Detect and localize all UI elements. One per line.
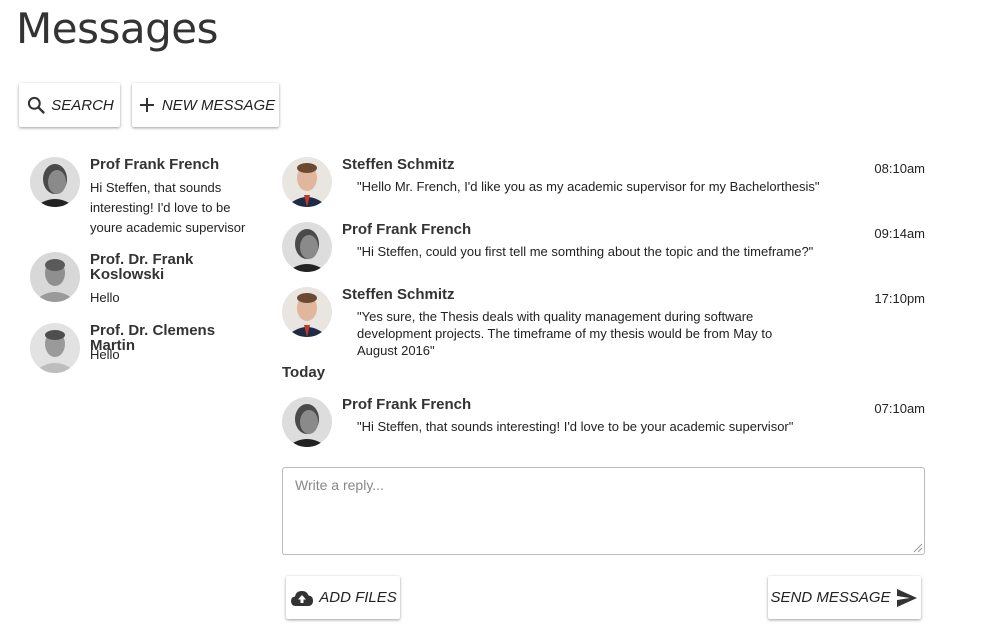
new-message-button[interactable]: NEW MESSAGE — [132, 83, 279, 127]
message-time: 17:10pm — [874, 291, 925, 306]
avatar — [282, 157, 332, 207]
conversation-snippet: Hello — [90, 347, 120, 362]
message-text: "Yes sure, the Thesis deals with quality… — [357, 309, 773, 358]
message-sender: Prof Frank French — [342, 221, 472, 238]
today-divider: Today — [282, 364, 326, 381]
message-text: "Hi Steffen, that sounds interesting! I'… — [357, 419, 794, 434]
reply-input[interactable] — [282, 467, 925, 555]
search-button[interactable]: SEARCH — [19, 83, 120, 127]
avatar — [282, 397, 332, 447]
add-files-button[interactable]: ADD FILES — [286, 576, 400, 619]
new-message-button-label: NEW MESSAGE — [161, 96, 276, 114]
search-button-label: SEARCH — [51, 96, 114, 114]
conversation-item[interactable]: Prof. Dr. Clemens Martin Hello — [30, 323, 260, 373]
message-time: 07:10am — [874, 401, 925, 416]
message-item: Prof Frank French 09:14am "Hi Steffen, c… — [282, 222, 927, 274]
add-files-button-label: ADD FILES — [319, 589, 397, 606]
conversation-snippet: Hi Steffen, that sounds interesting! I'd… — [90, 180, 246, 235]
conversation-snippet: Hello — [90, 290, 120, 305]
message-time: 08:10am — [874, 161, 925, 176]
avatar — [30, 252, 80, 302]
conversation-name: Prof. Dr. Frank Koslowski — [90, 251, 194, 283]
avatar — [282, 222, 332, 272]
avatar — [282, 287, 332, 337]
send-message-button-label: SEND MESSAGE — [770, 589, 891, 606]
conversation-name: Prof Frank French — [90, 156, 220, 173]
message-text: "Hello Mr. French, I'd like you as my ac… — [357, 179, 820, 194]
conversation-item[interactable]: Prof. Dr. Frank Koslowski Hello — [30, 252, 260, 312]
message-time: 09:14am — [874, 226, 925, 241]
message-text: "Hi Steffen, could you first tell me som… — [357, 244, 814, 259]
page-title: Messages — [16, 4, 218, 53]
message-item: Prof Frank French 07:10am "Hi Steffen, t… — [282, 397, 927, 449]
resize-handle-icon[interactable] — [913, 543, 923, 553]
cloud-upload-icon — [289, 587, 315, 609]
search-icon — [25, 94, 47, 116]
message-sender: Steffen Schmitz — [342, 156, 455, 173]
message-sender: Prof Frank French — [342, 396, 472, 413]
message-item: Steffen Schmitz 08:10am "Hello Mr. Frenc… — [282, 157, 927, 209]
avatar — [30, 157, 80, 207]
conversation-item[interactable]: Prof Frank French Hi Steffen, that sound… — [30, 157, 260, 242]
avatar — [30, 323, 80, 373]
send-icon — [895, 587, 919, 609]
plus-icon — [136, 94, 158, 116]
message-sender: Steffen Schmitz — [342, 286, 455, 303]
send-message-button[interactable]: SEND MESSAGE — [768, 576, 921, 619]
message-item: Steffen Schmitz 17:10pm "Yes sure, the T… — [282, 286, 927, 358]
